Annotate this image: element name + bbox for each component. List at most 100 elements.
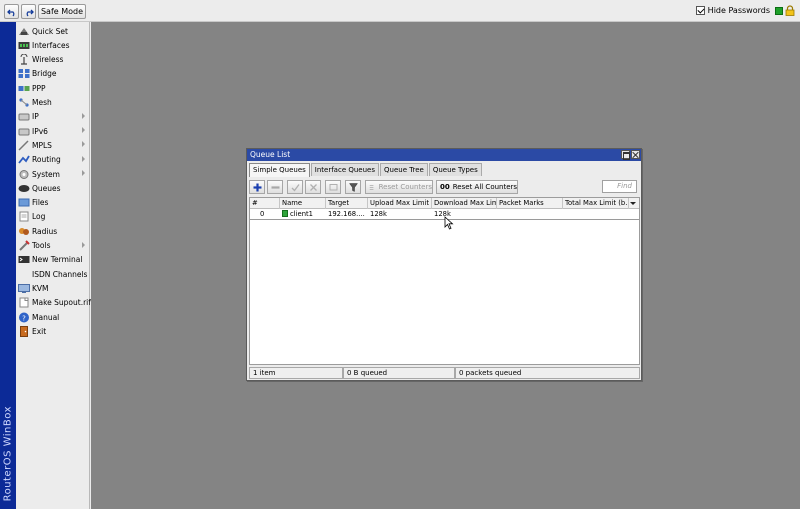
kvm-icon [18,283,30,294]
safe-mode-button[interactable]: Safe Mode [38,4,86,19]
sidebar-item-label: Files [32,198,49,208]
undo-button[interactable] [4,4,19,19]
status-indicator-icon [775,7,783,15]
cross-icon [309,183,317,191]
radius-icon [18,226,30,237]
add-button[interactable] [249,180,265,194]
hide-passwords-label: Hide Passwords [707,6,770,15]
sidebar-item-files[interactable]: Files [16,196,89,210]
column-header-total-max-limit[interactable]: Total Max Limit (b... [563,198,629,209]
filter-icon [348,182,358,192]
sidebar-item-label: IPv6 [32,126,48,136]
mpls-icon [18,140,30,151]
blank-icon [18,269,30,280]
table-header: # Name Target Upload Max Limit Download … [250,198,639,209]
sidebar-item-kvm[interactable]: KVM [16,281,89,295]
sidebar-item-label: ISDN Channels [32,269,88,279]
sidebar-item-bridge[interactable]: Bridge [16,67,89,81]
cell-target: 192.168.... [328,210,365,218]
reset-all-counters-button[interactable]: 00 Reset All Counters [436,180,518,194]
sidebar-item-interfaces[interactable]: Interfaces [16,38,89,52]
sidebar-item-ppp[interactable]: PPP [16,81,89,95]
tab-interface-queues[interactable]: Interface Queues [310,163,379,176]
sidebar-item-label: Tools [32,241,51,250]
queue-list-window: Queue List Simple Queues Interface Queue… [246,148,642,381]
sidebar-item-mpls[interactable]: MPLS [16,138,89,152]
cell-upload: 128k [370,210,387,218]
filter-button[interactable] [345,180,361,194]
queue-toolbar: Reset Counters 00 Reset All Counters Fin… [249,179,639,195]
tools-icon [18,240,30,251]
tab-simple-queues[interactable]: Simple Queues [249,163,310,177]
main-menu: Quick Set Interfaces Wireless Bridge PPP Mesh… [16,22,91,509]
terminal-icon [18,254,30,265]
sidebar-item-label: System [32,169,60,179]
brand-text: RouterOS WinBox [2,405,14,501]
sidebar-item-radius[interactable]: Radius [16,224,89,238]
sidebar-item-label: Interfaces [32,40,70,50]
manual-icon: ? [18,312,30,323]
column-header-number[interactable]: # [250,198,280,209]
sidebar-item-tools[interactable]: Tools [16,239,89,253]
disable-button[interactable] [305,180,321,194]
sidebar-item-label: Routing [32,155,61,165]
sidebar-item-quick-set[interactable]: Quick Set [16,24,89,38]
status-bar: 1 item 0 B queued 0 packets queued [249,367,640,379]
sidebar-item-label: KVM [32,283,49,293]
reset-counters-button[interactable]: Reset Counters [365,180,433,194]
sidebar-item-isdn-channels[interactable]: ISDN Channels [16,267,89,281]
window-title-bar[interactable]: Queue List [247,149,641,161]
sidebar-item-queues[interactable]: Queues [16,181,89,195]
sidebar-item-routing[interactable]: Routing [16,153,89,167]
maximize-icon[interactable] [621,150,630,160]
find-input[interactable]: Find [602,180,637,193]
sidebar-item-exit[interactable]: Exit [16,324,89,338]
cell-download: 128k [434,210,451,218]
sidebar-item-mesh[interactable]: Mesh [16,96,89,110]
hide-passwords-toggle[interactable]: Hide Passwords [695,6,770,15]
submenu-arrow-icon [82,241,85,248]
cell-name-text: client1 [290,210,313,218]
sidebar-item-new-terminal[interactable]: New Terminal [16,253,89,267]
tab-queue-types[interactable]: Queue Types [428,163,482,176]
cell-number: 0 [260,210,265,218]
sidebar-item-make-supout-rif[interactable]: Make Supout.rif [16,296,91,310]
column-header-packet-marks[interactable]: Packet Marks [497,198,563,209]
wireless-icon [18,53,30,65]
sidebar-item-label: Make Supout.rif [32,298,91,308]
cell-total-max-limit [563,210,629,219]
status-queued-packets: 0 packets queued [455,367,640,379]
column-header-name[interactable]: Name [280,198,326,209]
sidebar-item-label: Queues [32,183,61,193]
close-icon[interactable] [631,150,640,159]
sidebar-item-ip[interactable]: IP [16,110,89,124]
sidebar-item-label: New Terminal [32,255,83,265]
status-queued-bytes: 0 B queued [343,367,455,379]
column-header-upload[interactable]: Upload Max Limit [368,198,432,209]
column-header-target[interactable]: Target [326,198,368,209]
remove-button[interactable] [267,180,283,194]
top-toolbar: Safe Mode Hide Passwords [0,0,800,22]
sidebar-item-log[interactable]: Log [16,210,89,224]
enable-button[interactable] [287,180,303,194]
hide-passwords-checkbox[interactable] [695,6,705,15]
column-header-download[interactable]: Download Max Limit [432,198,497,209]
sidebar-item-manual[interactable]: ? Manual [16,310,89,324]
ip-icon [18,111,30,122]
sidebar-item-label: Mesh [32,98,52,107]
redo-button[interactable] [21,4,36,19]
svg-text:?: ? [22,314,26,322]
window-title: Queue List [250,150,291,159]
routing-icon [18,154,30,165]
submenu-arrow-icon [82,170,85,176]
sidebar-item-system[interactable]: System [16,167,89,181]
sidebar-item-label: IP [32,112,39,122]
comment-button[interactable] [325,180,341,194]
plus-icon [253,183,261,191]
cell-packet-marks [497,210,563,219]
tab-queue-tree[interactable]: Queue Tree [380,163,428,176]
log-icon [18,211,30,222]
sidebar-item-ipv6[interactable]: IPv6 [16,124,89,138]
columns-menu-icon[interactable] [630,202,636,205]
sidebar-item-wireless[interactable]: Wireless [16,53,89,67]
